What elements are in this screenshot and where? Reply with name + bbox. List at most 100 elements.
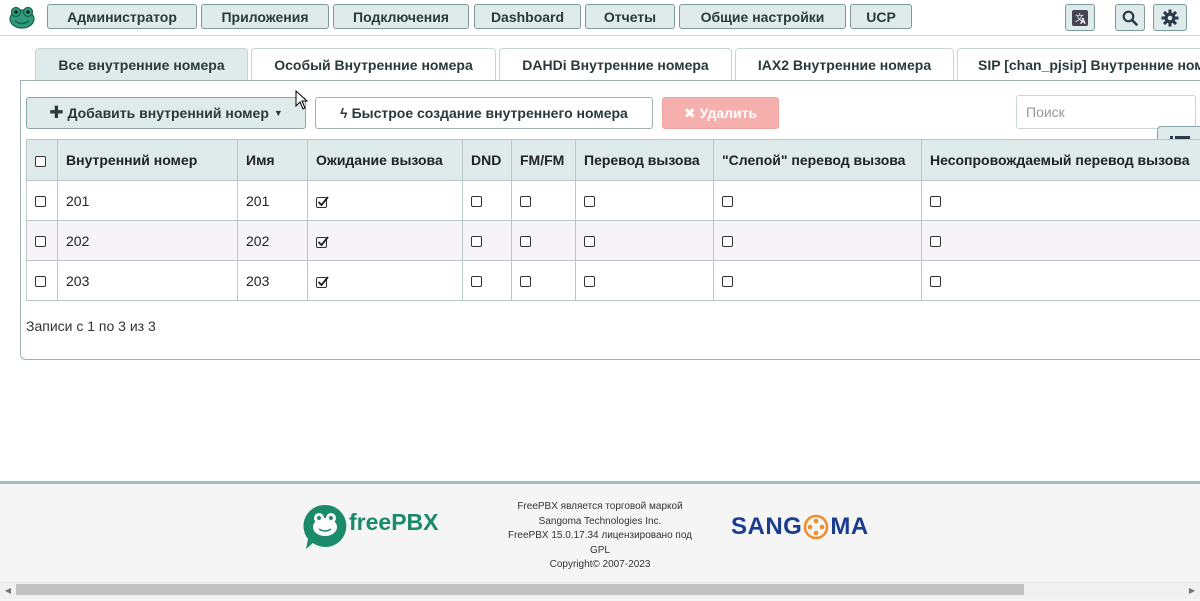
cell-call-waiting xyxy=(308,221,463,261)
footer-line: GPL xyxy=(500,544,700,559)
cell-extension[interactable]: 201 xyxy=(58,181,238,221)
call-waiting-checkbox-checked[interactable] xyxy=(316,275,329,288)
nav-dashboard[interactable]: Dashboard xyxy=(474,4,581,29)
select-all-checkbox[interactable] xyxy=(35,156,46,167)
scroll-right-icon[interactable]: ▶ xyxy=(1186,584,1198,596)
quick-create-button[interactable]: ϟ Быстрое создание внутреннего номера xyxy=(315,97,653,129)
col-call-forward[interactable]: Перевод вызова xyxy=(576,140,714,181)
cell-dnd xyxy=(463,221,512,261)
plus-icon: ✚ xyxy=(49,103,63,123)
cell-call-forward xyxy=(576,181,714,221)
call-forward-checkbox[interactable] xyxy=(584,236,595,247)
col-extension[interactable]: Внутренний номер xyxy=(58,140,238,181)
blind-transfer-checkbox[interactable] xyxy=(722,276,733,287)
col-dnd[interactable]: DND xyxy=(463,140,512,181)
cell-name: 201 xyxy=(238,181,308,221)
sangoma-o-icon xyxy=(803,514,829,540)
footer-text: FreePBX является торговой маркой Sangoma… xyxy=(500,500,700,573)
cell-fmfm xyxy=(512,221,576,261)
cell-name: 202 xyxy=(238,221,308,261)
delete-button[interactable]: ✖ Удалить xyxy=(662,97,779,129)
add-extension-label: Добавить внутренний номер xyxy=(67,105,268,121)
tab-sip-extensions[interactable]: SIP [chan_pjsip] Внутренние номера xyxy=(957,48,1200,80)
add-extension-button[interactable]: ✚ Добавить внутренний номер ▼ xyxy=(26,97,306,129)
nav-settings[interactable]: Общие настройки xyxy=(679,4,846,29)
row-select-cell xyxy=(27,181,58,221)
svg-text:A: A xyxy=(1080,17,1086,26)
mouse-cursor-icon xyxy=(295,90,308,115)
language-icon[interactable]: 文 A xyxy=(1065,4,1095,31)
search-icon[interactable] xyxy=(1115,4,1145,31)
close-icon: ✖ xyxy=(684,105,696,122)
footer-line: FreePBX является торговой маркой xyxy=(500,500,700,515)
row-select-checkbox[interactable] xyxy=(35,276,46,287)
call-forward-checkbox[interactable] xyxy=(584,196,595,207)
table-info: Записи с 1 по 3 из 3 xyxy=(26,318,156,334)
nav-reports[interactable]: Отчеты xyxy=(585,4,675,29)
cell-unattended-transfer xyxy=(922,221,1200,261)
cell-dnd xyxy=(463,181,512,221)
fmfm-checkbox[interactable] xyxy=(520,276,531,287)
fmfm-checkbox[interactable] xyxy=(520,236,531,247)
cell-extension[interactable]: 202 xyxy=(58,221,238,261)
call-waiting-checkbox-checked[interactable] xyxy=(316,235,329,248)
footer-line: FreePBX 15.0.17.34 лицензировано под xyxy=(500,529,700,544)
tab-iax2-extensions[interactable]: IAX2 Внутренние номера xyxy=(735,48,954,80)
table-row[interactable]: 202202 xyxy=(27,221,1200,261)
cell-fmfm xyxy=(512,181,576,221)
gear-icon[interactable] xyxy=(1153,4,1187,31)
sangoma-logo-text-right: MA xyxy=(830,513,868,541)
cell-blind-transfer xyxy=(714,181,922,221)
row-select-checkbox[interactable] xyxy=(35,196,46,207)
table-row[interactable]: 203203 xyxy=(27,261,1200,301)
fmfm-checkbox[interactable] xyxy=(520,196,531,207)
extensions-table: Внутренний номер Имя Ожидание вызова DND… xyxy=(26,139,1200,301)
quick-create-label: Быстрое создание внутреннего номера xyxy=(352,105,628,121)
blind-transfer-checkbox[interactable] xyxy=(722,196,733,207)
col-call-waiting[interactable]: Ожидание вызова xyxy=(308,140,463,181)
col-blind-transfer[interactable]: "Слепой" перевод вызова xyxy=(714,140,922,181)
dnd-checkbox[interactable] xyxy=(471,196,482,207)
tab-all-extensions[interactable]: Все внутренние номера xyxy=(35,48,248,80)
cell-call-forward xyxy=(576,261,714,301)
sangoma-logo: SANG MA xyxy=(731,512,869,542)
bolt-icon: ϟ xyxy=(340,105,347,121)
cell-blind-transfer xyxy=(714,261,922,301)
unattended-transfer-checkbox[interactable] xyxy=(930,196,941,207)
cell-extension[interactable]: 203 xyxy=(58,261,238,301)
col-unattended-transfer[interactable]: Несопровождаемый перевод вызова xyxy=(922,140,1200,181)
cell-name: 203 xyxy=(238,261,308,301)
scrollbar-thumb[interactable] xyxy=(16,584,1024,595)
cell-call-forward xyxy=(576,221,714,261)
row-select-cell xyxy=(27,221,58,261)
cell-call-waiting xyxy=(308,261,463,301)
table-row[interactable]: 201201 xyxy=(27,181,1200,221)
unattended-transfer-checkbox[interactable] xyxy=(930,276,941,287)
col-name[interactable]: Имя xyxy=(238,140,308,181)
row-select-cell xyxy=(27,261,58,301)
nav-connectivity[interactable]: Подключения xyxy=(333,4,469,29)
row-select-checkbox[interactable] xyxy=(35,236,46,247)
tab-custom-extensions[interactable]: Особый Внутренние номера xyxy=(251,48,496,80)
dnd-checkbox[interactable] xyxy=(471,236,482,247)
scroll-left-icon[interactable]: ◀ xyxy=(2,584,14,596)
unattended-transfer-checkbox[interactable] xyxy=(930,236,941,247)
freepbx-logo-text: freePBX xyxy=(349,509,438,536)
freepbx-logo: freePBX xyxy=(302,503,452,549)
search-input[interactable] xyxy=(1016,95,1196,129)
blind-transfer-checkbox[interactable] xyxy=(722,236,733,247)
dnd-checkbox[interactable] xyxy=(471,276,482,287)
col-fmfm[interactable]: FM/FM xyxy=(512,140,576,181)
footer-line: Copyright© 2007-2023 xyxy=(500,558,700,573)
nav-ucp[interactable]: UCP xyxy=(850,4,912,29)
call-forward-checkbox[interactable] xyxy=(584,276,595,287)
nav-admin[interactable]: Администратор xyxy=(47,4,197,29)
cell-blind-transfer xyxy=(714,221,922,261)
freepbx-frog-icon[interactable] xyxy=(7,4,37,30)
call-waiting-checkbox-checked[interactable] xyxy=(316,195,329,208)
nav-applications[interactable]: Приложения xyxy=(201,4,329,29)
delete-label: Удалить xyxy=(700,105,757,121)
tab-dahdi-extensions[interactable]: DAHDi Внутренние номера xyxy=(499,48,732,80)
top-navbar: Администратор Приложения Подключения Das… xyxy=(0,0,1200,36)
cell-call-waiting xyxy=(308,181,463,221)
